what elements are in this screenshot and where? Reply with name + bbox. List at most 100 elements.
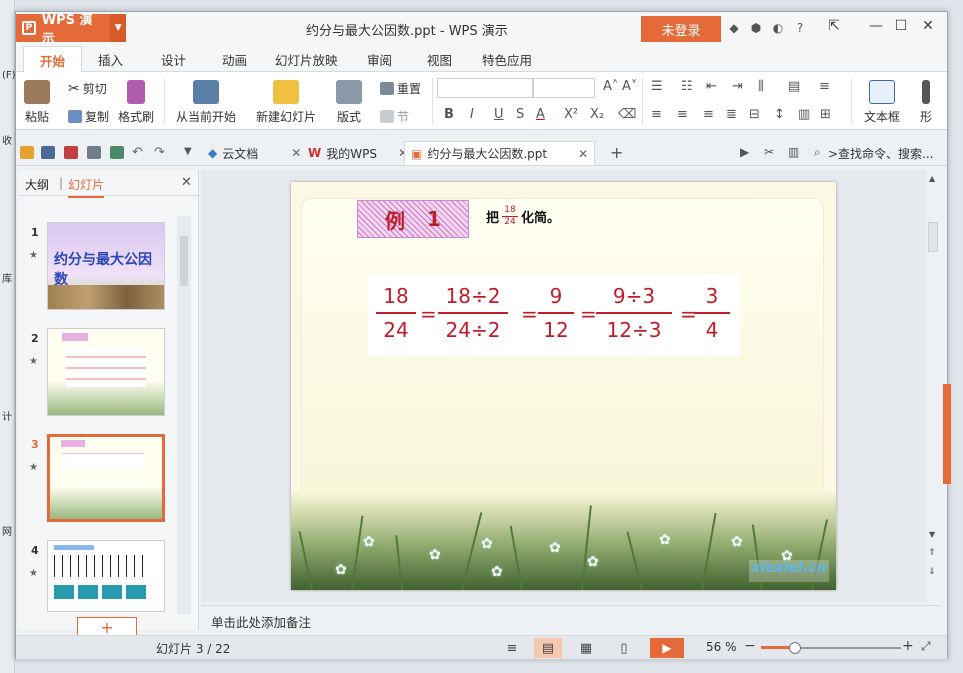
- print-icon[interactable]: [87, 146, 101, 159]
- tab-outline[interactable]: 大纲: [25, 176, 49, 193]
- reading-view-icon[interactable]: ▯: [610, 638, 638, 658]
- preview-icon[interactable]: [110, 146, 124, 159]
- doc-tab-mywps[interactable]: W 我的WPS ✕: [302, 141, 414, 165]
- copy-button[interactable]: 复制: [68, 108, 109, 125]
- current-slide[interactable]: 例 1 把 18 24 化简。 18 24 = 18÷2 24÷2 = 9 12…: [291, 182, 836, 590]
- side-panel-toggle[interactable]: [943, 384, 951, 484]
- textbox-button[interactable]: 文本框: [864, 80, 900, 125]
- pdf-icon[interactable]: [64, 146, 78, 159]
- zoom-in-icon[interactable]: +: [902, 638, 914, 654]
- scrollbar-thumb[interactable]: [180, 236, 188, 286]
- tools-icon[interactable]: ✂: [764, 145, 774, 159]
- scroll-down-icon[interactable]: ▼: [929, 530, 935, 539]
- tab-slideshow[interactable]: 幻灯片放映: [275, 50, 338, 69]
- open-icon[interactable]: [20, 146, 34, 159]
- align-right-icon[interactable]: ≡: [703, 107, 714, 122]
- thumbnail-scrollbar[interactable]: [177, 216, 191, 614]
- slide-scrollbar[interactable]: ▲ ▼ ⇑ ⇓: [926, 170, 941, 602]
- justify-icon[interactable]: ≣: [726, 107, 737, 122]
- font-color-icon[interactable]: A: [536, 107, 545, 122]
- chevron-down-icon[interactable]: ▼: [110, 14, 126, 42]
- slide-thumbnail-1[interactable]: 约分与最大公因数: [47, 222, 165, 310]
- save-icon[interactable]: [41, 146, 55, 159]
- tab-insert[interactable]: 插入: [98, 50, 123, 69]
- subscript-icon[interactable]: X₂: [590, 107, 604, 122]
- paste-button[interactable]: 粘贴: [24, 80, 50, 125]
- spacing-icon[interactable]: ↕: [774, 107, 785, 122]
- font-size-select[interactable]: [533, 78, 595, 98]
- minimize-button[interactable]: —: [866, 18, 886, 38]
- notes-toggle-icon[interactable]: ≡: [498, 638, 526, 658]
- decrease-font-icon[interactable]: A˅: [622, 79, 637, 94]
- scrollbar-thumb[interactable]: [928, 222, 938, 252]
- tab-features[interactable]: 特色应用: [482, 50, 532, 69]
- close-panel-icon[interactable]: ✕: [181, 175, 192, 190]
- undo-icon[interactable]: ↶: [132, 145, 143, 160]
- line-spacing-icon[interactable]: ≡: [819, 79, 830, 94]
- font-family-select[interactable]: [437, 78, 533, 98]
- paragraph-icon[interactable]: ▥: [798, 107, 810, 122]
- help-icon[interactable]: ?: [793, 21, 807, 35]
- example-label-box[interactable]: 例 1: [357, 200, 469, 238]
- bullets-icon[interactable]: ☰: [651, 79, 663, 94]
- next-slide-icon[interactable]: ⇓: [928, 567, 936, 577]
- tab-design[interactable]: 设计: [161, 50, 186, 69]
- zoom-out-icon[interactable]: −: [744, 638, 756, 654]
- zoom-slider-knob[interactable]: [789, 642, 801, 654]
- close-tab-icon[interactable]: ✕: [291, 146, 301, 160]
- normal-view-icon[interactable]: ▤: [534, 638, 562, 658]
- slide-thumbnail-3-selected[interactable]: [47, 434, 165, 522]
- command-search-input[interactable]: >查找命令、搜索...: [828, 145, 934, 162]
- maximize-button[interactable]: ☐: [891, 18, 911, 38]
- notes-input[interactable]: 单击此处添加备注: [201, 605, 941, 633]
- close-button[interactable]: ✕: [918, 18, 938, 38]
- underline-icon[interactable]: U: [494, 107, 504, 122]
- new-slide-button[interactable]: 新建幻灯片: [256, 80, 316, 125]
- align-center-icon[interactable]: ≡: [677, 107, 688, 122]
- align-left-icon[interactable]: ≡: [651, 107, 662, 122]
- redo-icon[interactable]: ↷: [154, 145, 165, 160]
- doc-tab-cloud[interactable]: ◆ 云文档 ✕: [202, 141, 307, 165]
- tab-view[interactable]: 视图: [427, 50, 452, 69]
- format-painter-button[interactable]: 格式刷: [118, 80, 154, 125]
- slide-thumbnail-4[interactable]: [47, 540, 165, 612]
- tab-home[interactable]: 开始: [23, 46, 83, 73]
- tab-animation[interactable]: 动画: [222, 50, 247, 69]
- reset-button[interactable]: 重置: [380, 80, 421, 97]
- add-slide-button[interactable]: +: [77, 617, 137, 637]
- instruction-text[interactable]: 把 18 24 化简。: [486, 205, 560, 228]
- shadow-icon[interactable]: S: [516, 107, 524, 122]
- section-button[interactable]: 节: [380, 108, 409, 125]
- indent-increase-icon[interactable]: ⇥: [732, 79, 743, 94]
- login-button[interactable]: 未登录: [641, 16, 721, 42]
- wps-menu-button[interactable]: P WPS 演示 ▼: [16, 13, 126, 47]
- bold-icon[interactable]: B: [444, 107, 454, 122]
- new-tab-icon[interactable]: +: [610, 143, 623, 162]
- cut-button[interactable]: ✂ 剪切: [68, 80, 107, 97]
- close-tab-icon[interactable]: ✕: [578, 147, 588, 161]
- shape-button[interactable]: 形: [920, 80, 932, 125]
- equation-box[interactable]: 18 24 = 18÷2 24÷2 = 9 12 = 9÷3 12÷3 = 3 …: [368, 274, 740, 356]
- theme-icon[interactable]: ◐: [771, 21, 785, 35]
- screen-icon[interactable]: ▶: [740, 145, 749, 159]
- increase-font-icon[interactable]: A˄: [603, 79, 618, 94]
- numbering-icon[interactable]: ☷: [681, 79, 693, 94]
- sorter-view-icon[interactable]: ▦: [572, 638, 600, 658]
- skin-icon[interactable]: ◆: [727, 21, 741, 35]
- chevron-down-icon[interactable]: ▼: [184, 146, 192, 157]
- restore-ribbon-icon[interactable]: ⇱: [824, 18, 844, 38]
- italic-icon[interactable]: I: [470, 107, 474, 122]
- columns-icon[interactable]: ▤: [788, 79, 800, 94]
- paragraph-settings-icon[interactable]: ⊞: [820, 107, 831, 122]
- superscript-icon[interactable]: X²: [564, 107, 578, 122]
- tab-slides[interactable]: 幻灯片: [68, 176, 105, 198]
- fit-window-icon[interactable]: ⤢: [921, 639, 931, 654]
- cube-icon[interactable]: ⬢: [749, 21, 763, 35]
- play-slideshow-button[interactable]: ▶: [650, 638, 684, 658]
- previous-slide-icon[interactable]: ⇑: [928, 548, 936, 558]
- indent-decrease-icon[interactable]: ⇤: [706, 79, 717, 94]
- scroll-up-icon[interactable]: ▲: [929, 174, 935, 183]
- sidebar-toggle-icon[interactable]: ▥: [788, 145, 799, 159]
- clear-format-icon[interactable]: ⌫: [618, 107, 636, 122]
- distribute-icon[interactable]: ⊟: [749, 107, 760, 122]
